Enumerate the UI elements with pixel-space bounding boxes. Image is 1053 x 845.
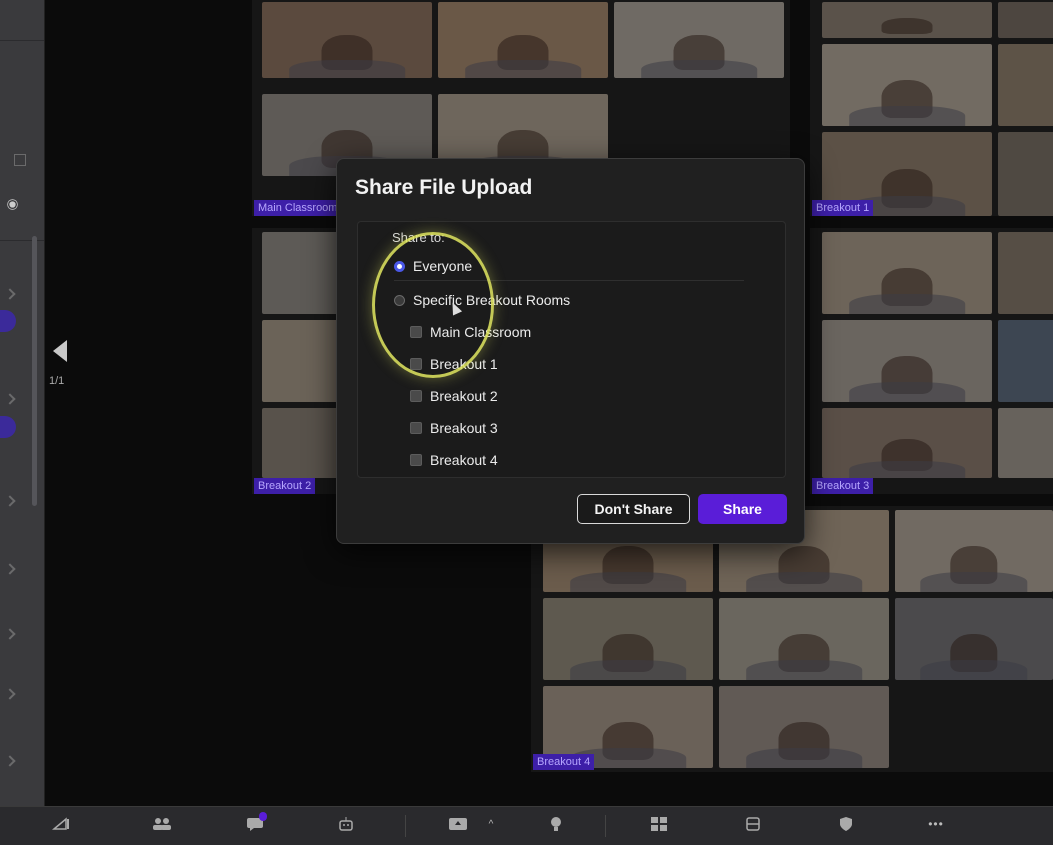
chat-badge (259, 812, 268, 821)
dialog-title: Share File Upload (355, 176, 533, 199)
group-label: Breakout 2 (254, 478, 316, 494)
video-tile (895, 598, 1053, 680)
chevron-right-icon[interactable] (4, 628, 16, 640)
popout-icon[interactable] (14, 154, 26, 166)
video-tile (262, 2, 432, 78)
dont-share-button[interactable]: Don't Share (577, 494, 690, 524)
chat-icon[interactable] (245, 812, 268, 833)
video-group-breakout-1: Breakout 1 (810, 0, 1053, 216)
video-tile (822, 408, 992, 478)
room-checkbox[interactable] (410, 422, 422, 434)
previous-page-arrow-icon[interactable] (53, 340, 67, 362)
video-tile (998, 232, 1053, 314)
share-file-upload-dialog: Share File Upload Share to: Everyone Spe… (336, 158, 805, 544)
share-screen-icon[interactable] (447, 815, 469, 833)
room-label: Breakout 2 (430, 388, 498, 404)
room-checkbox-row[interactable]: Breakout 2 (410, 388, 498, 404)
side-panel (0, 0, 45, 806)
video-tile (998, 44, 1053, 126)
video-tile (998, 2, 1053, 38)
video-group-breakout-2: Breakout 2 (252, 228, 342, 494)
signal-icon[interactable] (50, 815, 72, 833)
group-label: Breakout 3 (812, 478, 874, 494)
lightbulb-icon[interactable] (545, 815, 567, 833)
security-icon[interactable] (835, 815, 857, 833)
room-checkbox[interactable] (410, 390, 422, 402)
group-label: Main Classroom (254, 200, 342, 216)
video-tile (719, 686, 889, 768)
video-group-breakout-3: Breakout 3 (810, 228, 1053, 494)
room-label: Breakout 3 (430, 420, 498, 436)
video-tile (822, 320, 992, 402)
toolbar-separator (405, 815, 406, 837)
panel-divider (0, 240, 44, 241)
chevron-right-icon[interactable] (4, 393, 16, 405)
highlight-circle-annotation (372, 232, 494, 378)
participants-icon[interactable] (152, 815, 174, 833)
chevron-right-icon[interactable] (4, 495, 16, 507)
chevron-right-icon[interactable] (4, 688, 16, 700)
video-tile (262, 320, 342, 402)
video-tile (719, 598, 889, 680)
video-group-breakout-4: Breakout 4 (531, 506, 1053, 772)
chevron-up-icon[interactable]: ^ (480, 815, 502, 833)
room-checkbox-row[interactable]: Breakout 4 (410, 452, 498, 468)
page-indicator: 1/1 (49, 375, 65, 387)
panel-divider (0, 40, 44, 41)
video-tile (998, 320, 1053, 402)
video-tile (822, 232, 992, 314)
gear-icon[interactable] (9, 201, 16, 208)
video-tile (262, 232, 342, 314)
video-tile (895, 510, 1053, 592)
room-label: Breakout 4 (430, 452, 498, 468)
chevron-right-icon[interactable] (4, 563, 16, 575)
room-checkbox-row[interactable]: Breakout 3 (410, 420, 498, 436)
group-label: Breakout 4 (533, 754, 595, 770)
more-icon[interactable]: ••• (925, 815, 947, 833)
video-tile (543, 598, 713, 680)
chevron-right-icon[interactable] (4, 755, 16, 767)
panel-pill[interactable] (0, 310, 16, 332)
breakout-rooms-icon[interactable] (648, 815, 670, 833)
panel-scrollbar[interactable] (32, 236, 37, 506)
chevron-right-icon[interactable] (4, 288, 16, 300)
room-checkbox[interactable] (410, 454, 422, 466)
meeting-toolbar: ^ ••• (0, 806, 1053, 845)
whiteboard-icon[interactable] (742, 815, 764, 833)
panel-pill[interactable] (0, 416, 16, 438)
robot-icon[interactable] (335, 815, 357, 833)
share-button[interactable]: Share (698, 494, 787, 524)
video-tile (614, 2, 784, 78)
video-tile (998, 132, 1053, 216)
toolbar-separator (605, 815, 606, 837)
video-tile (822, 44, 992, 126)
video-tile (438, 2, 608, 78)
video-tile (998, 408, 1053, 478)
group-label: Breakout 1 (812, 200, 874, 216)
video-tile (262, 408, 342, 478)
share-options-panel: Share to: Everyone Specific Breakout Roo… (357, 221, 786, 478)
video-tile (822, 2, 992, 38)
